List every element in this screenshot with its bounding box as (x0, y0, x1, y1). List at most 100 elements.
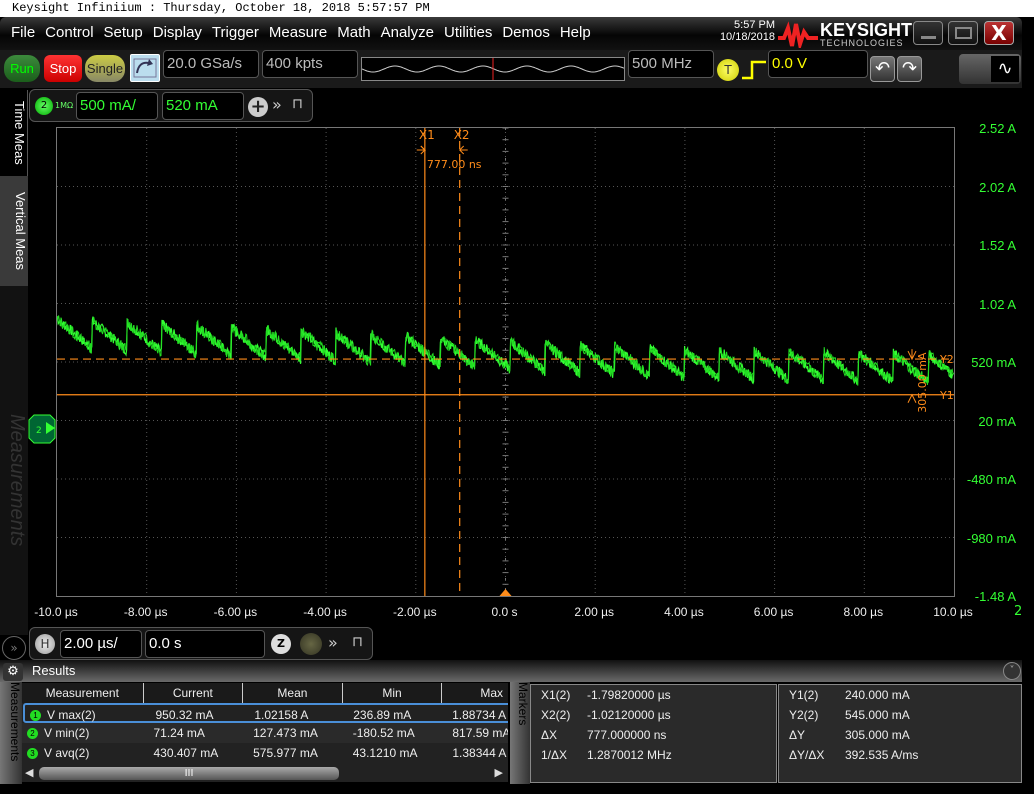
table-row[interactable]: 2 V min(2) 71.24 mA 127.473 mA -180.52 mA 817… (22, 723, 508, 743)
channel-2-button[interactable]: 2 (35, 97, 53, 115)
marker-readout: ΔY 305.000 mA (789, 728, 910, 742)
expand-left-button[interactable]: » (2, 636, 26, 660)
collapse-results-button[interactable]: ˅ (1003, 662, 1021, 680)
marker-readout: 1/ΔX 1.2870012 MHz (541, 748, 672, 762)
column-header-min[interactable]: Min (343, 683, 443, 703)
display-mode-button[interactable]: ∿ (959, 54, 1021, 84)
menu-control[interactable]: Control (40, 24, 98, 41)
waveform-plot[interactable]: X1 X2 Y2 Y1 777.00 ns 305.00 mA (56, 127, 955, 597)
memory-depth-field[interactable]: 400 kpts (262, 50, 358, 78)
table-row[interactable]: 1 V max(2) 950.32 mA 1.02158 A 236.89 mA 1.88… (23, 703, 508, 723)
waveform-overview[interactable] (361, 57, 625, 81)
y-tick-label: 520 mA (971, 355, 1016, 370)
zoom-button[interactable]: Z (271, 634, 291, 654)
clock-time: 5:57 PM (734, 19, 775, 31)
sample-rate-field[interactable]: 20.0 GSa/s (163, 50, 259, 78)
cursor-x1-label: X1 (419, 128, 435, 142)
bandwidth-field[interactable]: 500 MHz (628, 50, 714, 78)
clock: 5:57 PM 10/18/2018 (700, 19, 775, 43)
autoscale-button[interactable] (130, 54, 160, 82)
pin-icon[interactable]: ⊓ (352, 634, 363, 650)
cell-max: 1.88734 A (452, 708, 507, 722)
waveform-arrows-icon: ∿ (991, 56, 1019, 82)
overview-wave-icon (361, 58, 625, 80)
vertical-scale-field[interactable]: 500 mA/ (76, 92, 158, 120)
marker-value: 392.535 A/ms (845, 748, 919, 762)
run-button[interactable]: Run (4, 55, 40, 82)
column-header-max[interactable]: Max (442, 683, 508, 703)
menu-utilities[interactable]: Utilities (439, 24, 497, 41)
tab-measurements[interactable]: Measurements (0, 390, 28, 570)
tab-vertical-meas[interactable]: Vertical Meas (0, 176, 28, 286)
table-scrollbar[interactable]: ◀ III ▶ (22, 766, 508, 782)
undo-button[interactable]: ↶ (870, 56, 895, 82)
stop-button[interactable]: Stop (44, 55, 82, 82)
measurement-name: V min(2) (44, 726, 90, 740)
menu-file[interactable]: File (6, 24, 40, 41)
dx-arrow-right-icon (458, 145, 468, 155)
single-button[interactable]: Single (85, 55, 125, 82)
scroll-thumb[interactable]: III (39, 767, 339, 780)
dy-arrow-top-icon (907, 349, 917, 361)
column-header-mean[interactable]: Mean (243, 683, 343, 703)
channel-2-ground-marker[interactable]: 2 (28, 414, 56, 444)
menu-trigger[interactable]: Trigger (207, 24, 264, 41)
menu-help[interactable]: Help (555, 24, 596, 41)
menu-demos[interactable]: Demos (497, 24, 555, 41)
expand-chevron-icon[interactable]: » (328, 633, 338, 652)
menu-math[interactable]: Math (332, 24, 375, 41)
marker-value: 1.2870012 MHz (587, 748, 672, 762)
marker-key: X2(2) (541, 708, 571, 722)
menu-setup[interactable]: Setup (99, 24, 148, 41)
dx-arrow-left-icon (416, 145, 426, 155)
horizontal-button[interactable]: H (35, 634, 55, 654)
time-scale-field[interactable]: 2.00 µs/ (60, 630, 142, 658)
vertical-offset-field[interactable]: 520 mA (162, 92, 244, 120)
markers-y-panel: Y1(2) 240.000 mA Y2(2) 545.000 mA ΔY 305.000 … (778, 684, 1022, 783)
cursor-y2-label: Y2 (939, 353, 954, 366)
trigger-level-field[interactable]: 0.0 V (768, 50, 868, 78)
measurements-side-tab[interactable]: Measurements (0, 682, 22, 784)
scroll-left-icon[interactable]: ◀ (25, 766, 33, 779)
x-tick-label: -6.00 µs (213, 605, 258, 619)
scroll-right-icon[interactable]: ▶ (495, 766, 503, 779)
trigger-button[interactable]: T (717, 59, 739, 81)
marker-readout: Y2(2) 545.000 mA (789, 708, 910, 722)
table-row[interactable]: 3 V avq(2) 430.407 mA 575.977 mA 43.1210 mA 1… (22, 743, 508, 763)
marker-key: ΔY (789, 728, 806, 742)
impedance-label: 1MΩ (55, 101, 74, 110)
marker-value: 545.000 mA (845, 708, 910, 722)
menu-measure[interactable]: Measure (264, 24, 332, 41)
horizontal-ref-button[interactable] (300, 633, 322, 655)
menu-analyze[interactable]: Analyze (376, 24, 439, 41)
gear-icon[interactable]: ⚙ (3, 663, 23, 681)
tab-time-meas[interactable]: Time Meas (0, 90, 28, 176)
cell-mean: 575.977 mA (253, 746, 318, 760)
column-header-current[interactable]: Current (144, 683, 244, 703)
menu-display[interactable]: Display (148, 24, 207, 41)
time-position-field[interactable]: 0.0 s (145, 630, 265, 658)
channel-2-controls: 2 1MΩ 500 mA/ 520 mA + » ⊓ (29, 89, 313, 122)
marker-key: Y1(2) (789, 688, 819, 702)
redo-button[interactable]: ↷ (897, 56, 922, 82)
marker-key: X1(2) (541, 688, 571, 702)
markers-side-tab[interactable]: Markers (510, 682, 530, 784)
cell-max: 817.59 mA (452, 726, 508, 740)
expand-chevron-icon[interactable]: » (272, 95, 282, 114)
side-tabs: Time Meas Vertical Meas Measurements (0, 90, 28, 635)
x-tick-label: 0.0 s (491, 605, 518, 619)
maximize-button[interactable] (948, 21, 978, 45)
y-tick-label: 1.02 A (979, 296, 1016, 312)
marker-value: 305.000 mA (845, 728, 910, 742)
pin-icon[interactable]: ⊓ (292, 96, 303, 112)
minimize-button[interactable] (913, 21, 943, 45)
marker-key: ΔX (541, 728, 558, 742)
markers-x-panel: X1(2) -1.79820000 µs X2(2) -1.02120000 µs ΔX… (530, 684, 777, 783)
column-header-measurement[interactable]: Measurement (22, 683, 144, 703)
toolbar: Run Stop Single 20.0 GSa/s 400 kpts 500 … (0, 50, 1022, 88)
autoscale-icon (133, 58, 157, 78)
minimize-icon (921, 36, 936, 39)
keysight-logo: KEYSIGHT TECHNOLOGIES (778, 20, 912, 52)
close-button[interactable]: X (984, 21, 1014, 45)
add-channel-button[interactable]: + (248, 97, 268, 117)
